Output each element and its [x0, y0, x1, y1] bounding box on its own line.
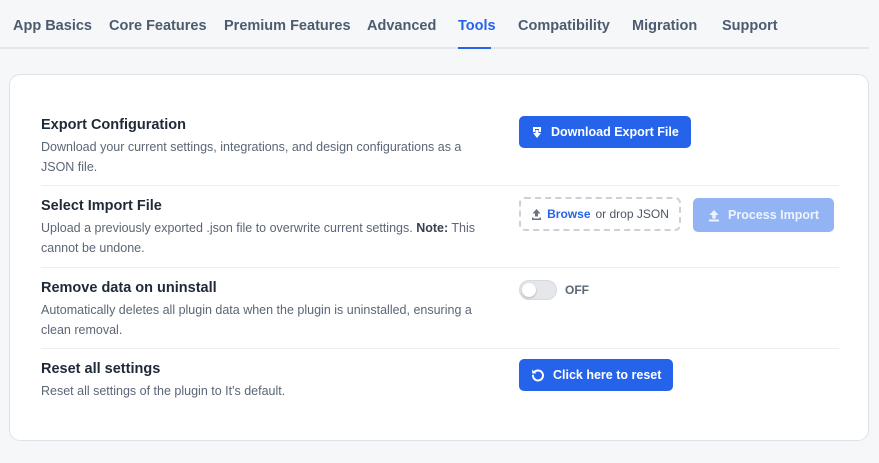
- process-import-button[interactable]: Process Import: [693, 198, 835, 232]
- tab-support[interactable]: Support: [722, 18, 778, 34]
- import-description-text: Upload a previously exported .json file …: [41, 221, 413, 235]
- uninstall-description: Automatically deletes all plugin data wh…: [41, 303, 472, 337]
- upload-icon: [709, 209, 719, 221]
- uninstall-row: Remove data on uninstall Automatically d…: [41, 280, 839, 350]
- import-row: Select Import File Upload a previously e…: [41, 197, 839, 268]
- reset-icon: [532, 369, 544, 382]
- divider: [41, 267, 839, 268]
- import-description: Upload a previously exported .json file …: [41, 218, 496, 258]
- reset-title: Reset all settings: [41, 361, 161, 377]
- import-dropzone[interactable]: Browse or drop JSON: [519, 197, 681, 231]
- export-row: Export Configuration Download your curre…: [41, 116, 839, 187]
- toggle-knob: [522, 283, 536, 297]
- toggle-state-label: OFF: [565, 283, 589, 297]
- reset-settings-label: Click here to reset: [553, 368, 662, 382]
- export-title: Export Configuration: [41, 117, 186, 133]
- import-title: Select Import File: [41, 198, 162, 214]
- download-export-label: Download Export File: [551, 125, 679, 139]
- download-export-button[interactable]: Download Export File: [519, 116, 691, 148]
- tab-migration[interactable]: Migration: [632, 18, 697, 34]
- browse-link[interactable]: Browse: [547, 207, 590, 221]
- drop-json-hint: or drop JSON: [595, 207, 669, 221]
- uninstall-title: Remove data on uninstall: [41, 280, 217, 296]
- import-note-label: Note:: [416, 221, 449, 235]
- process-import-label: Process Import: [728, 208, 820, 222]
- tab-core-features[interactable]: Core Features: [109, 18, 207, 34]
- upload-icon: [532, 209, 542, 220]
- active-tab-indicator: [458, 47, 491, 49]
- export-description: Download your current settings, integrat…: [41, 140, 462, 174]
- reset-settings-button[interactable]: Click here to reset: [519, 359, 674, 391]
- settings-tabs: App Basics Core Features Premium Feature…: [0, 0, 869, 49]
- tab-advanced[interactable]: Advanced: [367, 18, 436, 34]
- tab-app-basics[interactable]: App Basics: [13, 18, 92, 34]
- reset-row: Reset all settings Reset all settings of…: [41, 359, 839, 411]
- divider: [41, 185, 839, 186]
- download-icon: [533, 126, 541, 138]
- tab-tools[interactable]: Tools: [458, 18, 496, 34]
- uninstall-toggle[interactable]: [519, 280, 557, 300]
- tools-card: Export Configuration Download your curre…: [9, 74, 869, 441]
- divider: [41, 348, 839, 349]
- tab-compatibility[interactable]: Compatibility: [518, 18, 610, 34]
- tab-premium-features[interactable]: Premium Features: [224, 18, 351, 34]
